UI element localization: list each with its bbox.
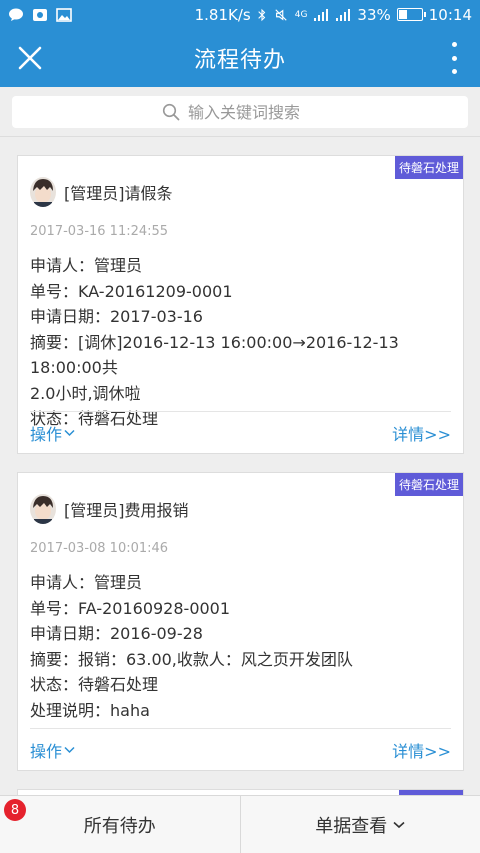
chevron-down-icon — [64, 429, 75, 436]
network-speed: 1.81K/s — [194, 5, 251, 24]
signal-icon-2 — [336, 8, 351, 21]
tab-document-view-label: 单据查看 — [315, 815, 388, 837]
card-footer: 操作 详情>> — [30, 411, 451, 453]
chevron-down-icon — [393, 821, 405, 828]
actions-button[interactable]: 操作 — [30, 421, 75, 445]
field-apply-date: 申请日期：2016-09-28 — [30, 624, 203, 643]
clock: 10:14 — [428, 5, 472, 24]
field-applicant: 申请人：管理员 — [30, 256, 143, 275]
search-area — [0, 87, 480, 137]
details-link[interactable]: 详情>> — [392, 421, 451, 445]
battery-level — [398, 10, 407, 19]
field-summary-cont: 2.0小时,调休啦 — [30, 383, 141, 403]
status-bar: 1.81K/s 4G 33% 10:14 — [0, 0, 480, 29]
field-status: 状态：待磐石处理 — [30, 675, 159, 694]
avatar — [30, 494, 56, 524]
status-notifications — [8, 7, 72, 22]
signal-icon — [314, 8, 329, 21]
app-notification-icon — [33, 8, 47, 21]
actions-label: 操作 — [30, 424, 63, 444]
tab-document-view[interactable]: 单据查看 — [239, 796, 480, 853]
field-summary: 摘要：报销：63.00,收款人：风之页开发团队 — [30, 649, 353, 669]
card-title: [管理员]请假条 — [64, 184, 173, 203]
image-icon — [56, 7, 72, 22]
more-vertical-icon[interactable] — [448, 42, 460, 74]
avatar — [30, 177, 56, 207]
card-fields: 申请人：管理员 单号：FA-20160928-0001 申请日期：2016-09… — [18, 570, 463, 723]
card-footer: 操作 详情>> — [30, 728, 451, 770]
field-number: 单号：FA-20160928-0001 — [30, 598, 231, 618]
search-input[interactable] — [188, 102, 318, 122]
battery-icon — [396, 8, 426, 21]
actions-button[interactable]: 操作 — [30, 738, 75, 762]
field-number: 单号：KA-20161209-0001 — [30, 281, 233, 301]
bottom-bar: 8 所有待办 单据查看 — [0, 795, 480, 853]
tab-all-todo[interactable]: 8 所有待办 — [0, 796, 240, 853]
close-icon[interactable] — [16, 44, 44, 72]
tab-all-todo-label: 所有待办 — [83, 815, 156, 837]
task-card[interactable]: 待磐石处理 [管理员]费用报销 2017-03-08 10:01:46 申请人：… — [17, 472, 464, 771]
bluetooth-icon — [258, 8, 265, 21]
chevron-down-icon — [64, 746, 75, 753]
status-badge: 待磐石处理 — [394, 473, 463, 496]
page-title: 流程待办 — [193, 48, 286, 73]
title-bar: 流程待办 — [0, 29, 480, 87]
network-type: 4G — [294, 9, 308, 20]
todo-count-badge: 8 — [4, 799, 26, 821]
card-fields: 申请人：管理员 单号：KA-20161209-0001 申请日期：2017-03… — [18, 253, 463, 432]
mute-icon — [275, 8, 287, 21]
card-time: 2017-03-08 10:01:46 — [30, 541, 169, 556]
card-title: [管理员]费用报销 — [64, 501, 189, 520]
field-remark: 处理说明：haha — [30, 700, 150, 720]
search-box[interactable] — [12, 96, 468, 128]
task-card[interactable]: 待磐石处理 [管理员]请假条 2017-03-16 11:24:55 申请人：管… — [17, 155, 464, 454]
field-summary: 摘要：[调休]2016-12-13 16:00:00→2016-12-13 18… — [30, 332, 399, 378]
status-badge: 待磐石处理 — [394, 156, 463, 179]
chat-icon — [9, 8, 23, 21]
field-applicant: 申请人：管理员 — [30, 573, 143, 592]
card-time: 2017-03-16 11:24:55 — [30, 224, 169, 239]
details-link[interactable]: 详情>> — [392, 738, 451, 762]
field-apply-date: 申请日期：2017-03-16 — [30, 307, 203, 326]
status-indicators: 1.81K/s 4G 33% 10:14 — [195, 6, 472, 24]
search-icon — [162, 103, 180, 121]
actions-label: 操作 — [30, 741, 63, 761]
battery-percent: 33% — [357, 5, 391, 24]
